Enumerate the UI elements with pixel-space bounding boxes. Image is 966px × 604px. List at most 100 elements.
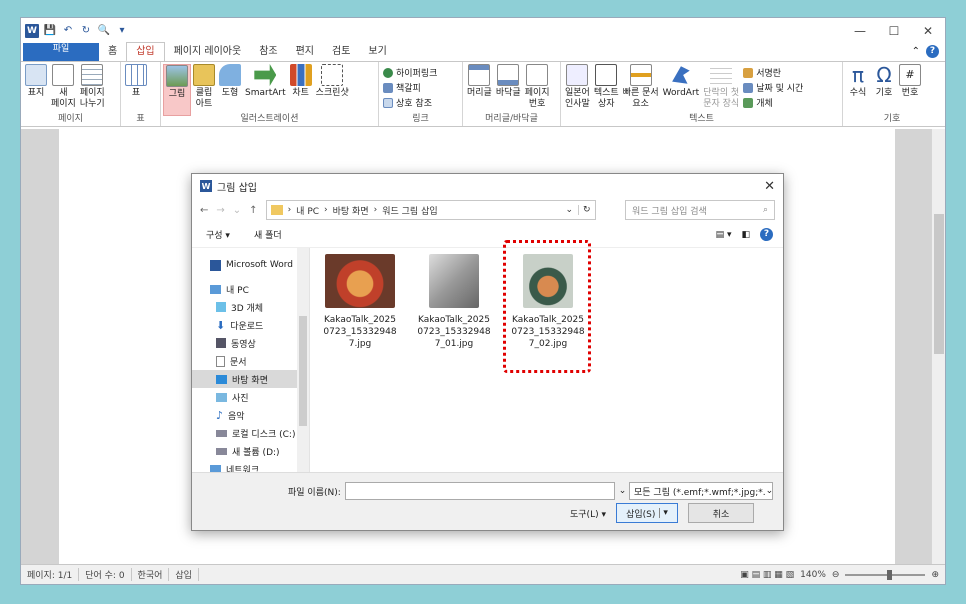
footer-button[interactable]: 바닥글 (494, 64, 523, 116)
address-bar[interactable]: › 내 PC › 바탕 화면 › 워드 그림 삽입 ⌄ ↻ (265, 200, 596, 220)
maximize-button[interactable]: ☐ (877, 24, 911, 38)
minimize-button[interactable]: — (843, 24, 877, 38)
save-icon[interactable]: 💾 (43, 24, 57, 38)
tab-home[interactable]: 홈 (99, 43, 126, 61)
page-count[interactable]: 페이지: 1/1 (21, 568, 80, 581)
nav-videos[interactable]: 동영상 (192, 334, 309, 352)
cross-reference-button[interactable]: 상호 참조 (383, 96, 437, 109)
tab-page-layout[interactable]: 페이지 레이아웃 (165, 43, 251, 61)
search-input[interactable]: 워드 그림 삽입 검색 ⌕ (625, 200, 775, 220)
computer-icon (210, 284, 221, 294)
insert-button[interactable]: 삽입(S) ▾ (616, 503, 678, 523)
smartart-button[interactable]: SmartArt (243, 64, 288, 116)
close-button[interactable]: ✕ (911, 24, 945, 38)
symbol-button[interactable]: Ω 기호 (871, 64, 897, 116)
blank-page-button[interactable]: 새 페이지 (49, 64, 78, 116)
ribbon-collapse-icon[interactable]: ⌃ (912, 46, 920, 57)
nav-volume-d[interactable]: 새 볼륨 (D:) (192, 442, 309, 460)
nav-scrollbar[interactable] (297, 248, 309, 476)
quick-parts-button[interactable]: 빠른 문서 요소 (621, 64, 661, 116)
drop-cap-button[interactable]: 단락의 첫 문자 장식 (701, 64, 741, 116)
help-icon[interactable]: ? (926, 45, 939, 58)
zoom-knob[interactable] (886, 569, 892, 580)
nav-scroll-thumb[interactable] (299, 316, 307, 426)
recent-dropdown-icon[interactable]: ⌄ (233, 205, 241, 216)
table-button[interactable]: 표 (123, 64, 149, 116)
wordart-button[interactable]: WordArt (661, 64, 702, 116)
undo-icon[interactable]: ↶ (61, 24, 75, 38)
dialog-help-icon[interactable]: ? (760, 228, 773, 241)
zoom-level[interactable]: 140% (800, 570, 826, 580)
number-button[interactable]: # 번호 (897, 64, 923, 116)
nav-3d-objects[interactable]: 3D 개체 (192, 298, 309, 316)
zoom-out-icon[interactable]: ⊖ (832, 570, 840, 580)
date-time-button[interactable]: 날짜 및 시간 (743, 81, 803, 94)
cancel-button[interactable]: 취소 (688, 503, 754, 523)
nav-desktop[interactable]: 바탕 화면 (192, 370, 309, 388)
clip-art-button[interactable]: 클립 아트 (191, 64, 217, 116)
file-item[interactable]: KakaoTalk_20250723_153329487.jpg (322, 254, 398, 350)
page-number-button[interactable]: 페이지 번호 (523, 64, 552, 116)
nav-music[interactable]: ♪ 음악 (192, 406, 309, 424)
hyperlink-button[interactable]: 하이퍼링크 (383, 66, 437, 79)
file-name-input[interactable] (344, 482, 615, 500)
view-options-icon[interactable]: ▤ ▾ (716, 230, 732, 240)
breadcrumb-desktop[interactable]: 바탕 화면 (333, 204, 369, 217)
redo-icon[interactable]: ↻ (79, 24, 93, 38)
greeting-button[interactable]: 일본어 인사말 (563, 64, 592, 116)
refresh-icon[interactable]: ↻ (578, 205, 595, 215)
insert-mode[interactable]: 삽입 (169, 568, 199, 581)
breadcrumb-folder[interactable]: 워드 그림 삽입 (382, 204, 437, 217)
organize-button[interactable]: 구성 ▾ (206, 228, 230, 241)
shapes-button[interactable]: 도형 (217, 64, 243, 116)
header-button[interactable]: 머리글 (465, 64, 494, 116)
up-icon[interactable]: ↑ (249, 205, 257, 216)
tab-review[interactable]: 검토 (323, 43, 359, 61)
screenshot-button[interactable]: 스크린샷 (314, 64, 351, 116)
nav-downloads[interactable]: ⬇ 다운로드 (192, 316, 309, 334)
page-break-button[interactable]: 페이지 나누기 (78, 64, 107, 116)
equation-button[interactable]: π 수식 (845, 64, 871, 116)
nav-this-pc[interactable]: 내 PC (192, 280, 309, 298)
zoom-in-icon[interactable]: ⊕ (931, 570, 939, 580)
qat-dropdown-icon[interactable]: ▾ (115, 24, 129, 38)
zoom-slider[interactable] (845, 569, 926, 580)
vertical-scrollbar[interactable] (931, 129, 945, 566)
picture-button[interactable]: 그림 (163, 64, 191, 116)
tab-view[interactable]: 보기 (359, 43, 395, 61)
tools-button[interactable]: 도구(L) ▾ (570, 507, 606, 520)
tab-insert[interactable]: 삽입 (126, 42, 165, 61)
forward-icon[interactable]: → (216, 205, 224, 216)
breadcrumb-this-pc[interactable]: 내 PC (296, 204, 319, 217)
file-name-dropdown-icon[interactable]: ⌄ (619, 486, 627, 496)
object-button[interactable]: 개체 (743, 96, 803, 109)
signature-line-button[interactable]: 서명란 (743, 66, 803, 79)
print-preview-icon[interactable]: 🔍 (97, 24, 111, 38)
tab-mailings[interactable]: 편지 (287, 43, 323, 61)
nav-local-disk-c[interactable]: 로컬 디스크 (C:) (192, 424, 309, 442)
new-folder-button[interactable]: 새 폴더 (254, 228, 282, 241)
preview-pane-icon[interactable]: ◧ (741, 230, 750, 240)
shapes-label: 도형 (221, 88, 239, 98)
bookmark-button[interactable]: 책갈피 (383, 81, 437, 94)
group-label-header-footer: 머리글/바닥글 (485, 114, 538, 124)
insert-dropdown-icon[interactable]: ▾ (659, 508, 668, 518)
address-row: ← → ⌄ ↑ › 내 PC › 바탕 화면 › 워드 그림 삽입 ⌄ ↻ 워드… (192, 198, 783, 222)
nav-microsoft-word[interactable]: Microsoft Word (192, 256, 309, 274)
chart-button[interactable]: 차트 (288, 64, 314, 116)
tab-references[interactable]: 참조 (250, 43, 286, 61)
nav-documents[interactable]: 문서 (192, 352, 309, 370)
file-item[interactable]: KakaoTalk_20250723_153329487_01.jpg (416, 254, 492, 350)
cover-page-button[interactable]: 표지 (23, 64, 49, 116)
back-icon[interactable]: ← (200, 205, 208, 216)
file-type-select[interactable]: 모든 그림 (*.emf;*.wmf;*.jpg;*. ⌄ (629, 482, 773, 500)
address-dropdown-icon[interactable]: ⌄ (565, 205, 573, 215)
scroll-thumb[interactable] (934, 214, 944, 354)
language-indicator[interactable]: 한국어 (132, 568, 170, 581)
text-box-button[interactable]: 텍스트 상자 (592, 64, 621, 116)
nav-pictures[interactable]: 사진 (192, 388, 309, 406)
dialog-close-button[interactable]: ✕ (764, 179, 775, 194)
tab-file[interactable]: 파일 (23, 43, 99, 61)
word-count[interactable]: 단어 수: 0 (79, 568, 132, 581)
view-buttons-icon[interactable]: ▣ ▤ ▥ ▦ ▧ (740, 570, 794, 580)
